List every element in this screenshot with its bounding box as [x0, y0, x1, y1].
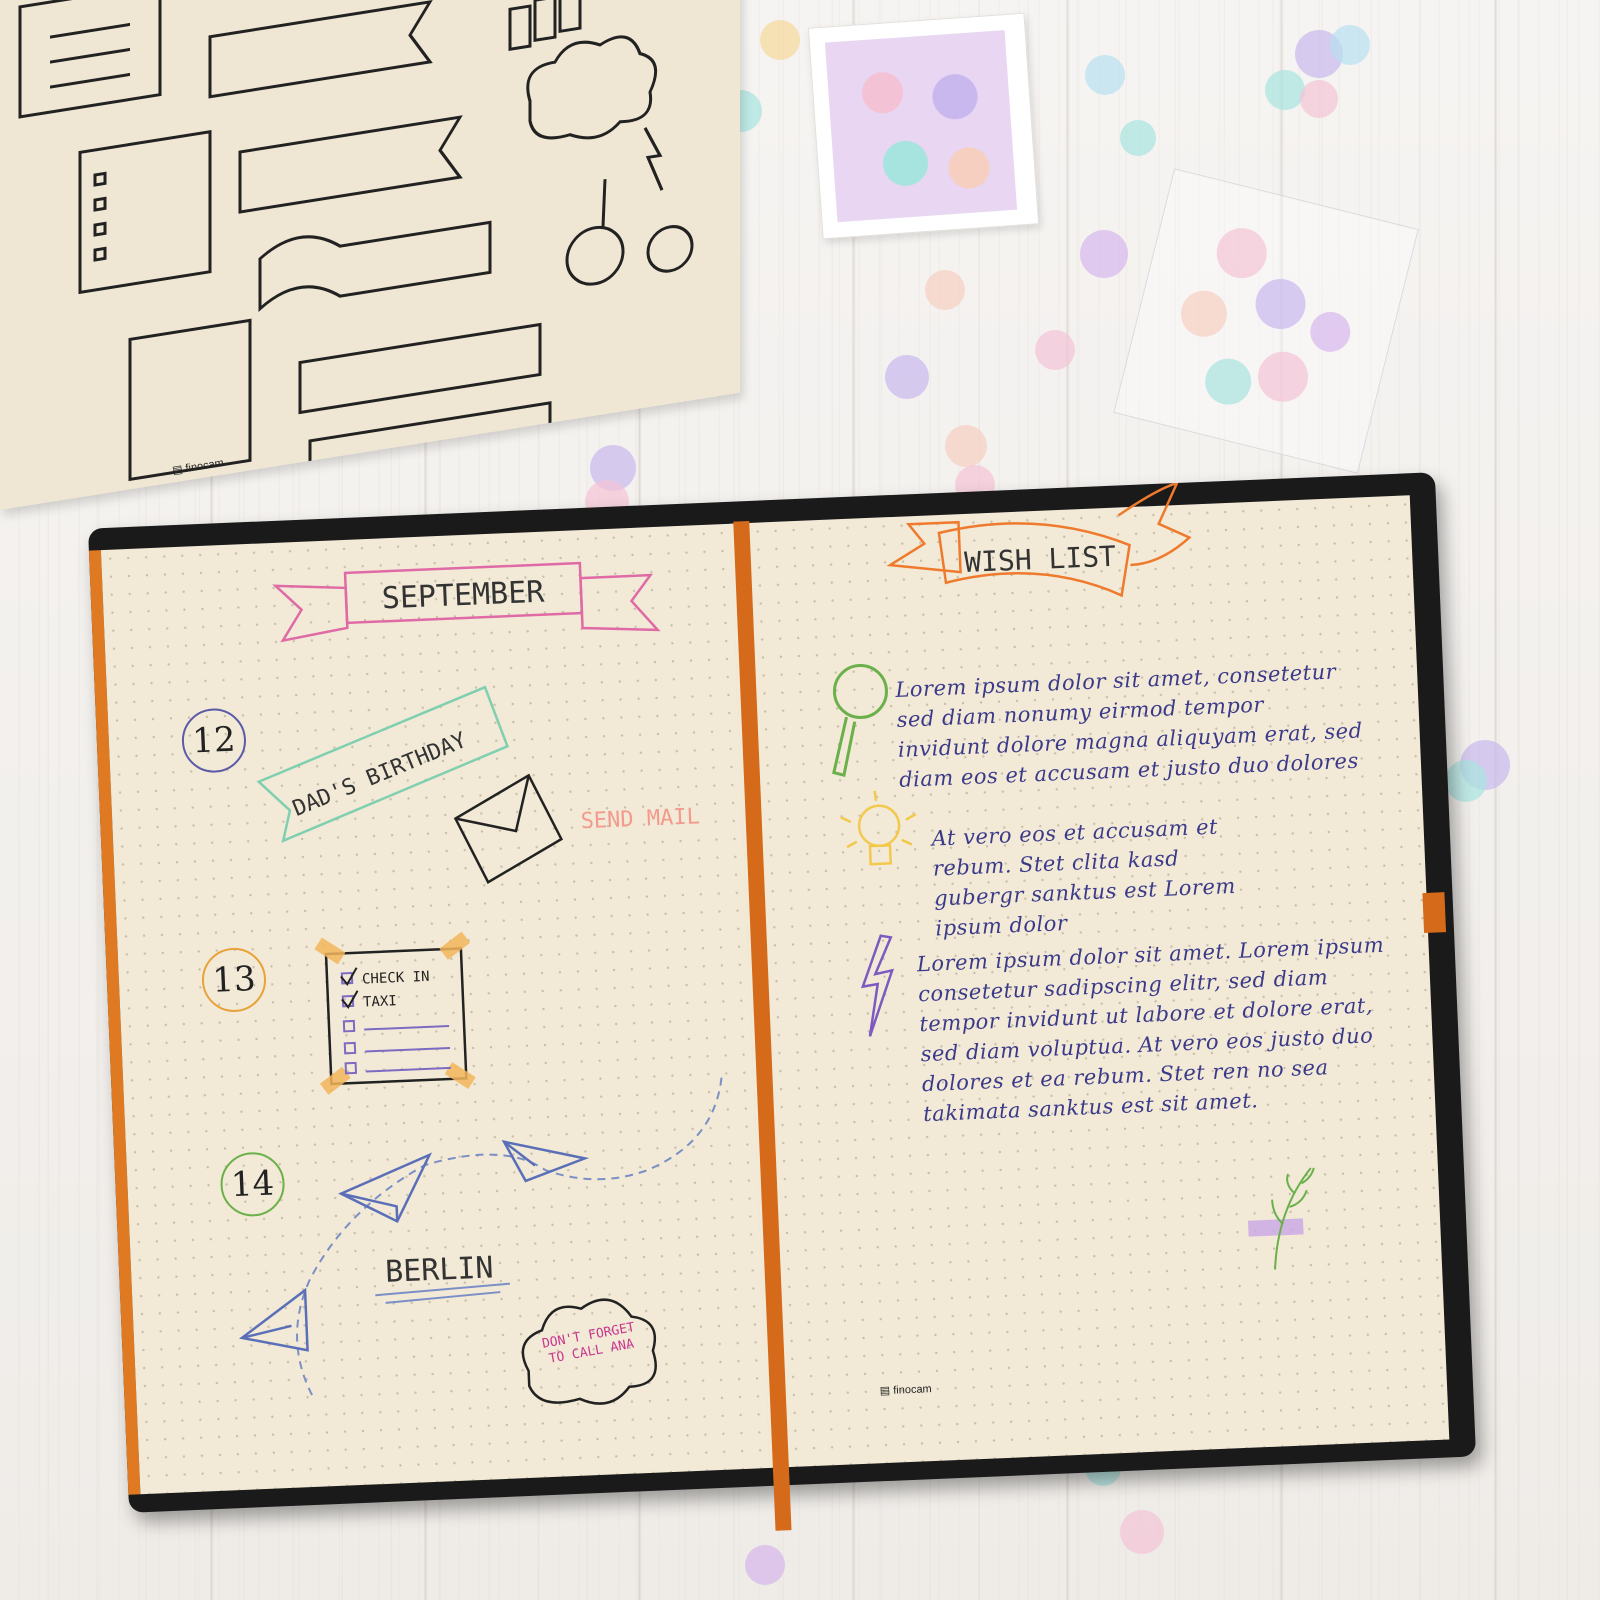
ribbon-sticker-icon — [258, 220, 492, 313]
left-page-doodles: SEPTEMBER DAD'S BIRTHDAY SEND MAIL CHECK… — [238, 561, 723, 1405]
berlin-label: BERLIN — [384, 1250, 494, 1290]
confetti-piece — [1330, 25, 1370, 65]
confetti-piece — [745, 1545, 785, 1585]
lightning-icon — [860, 934, 895, 1037]
confetti-piece — [1445, 760, 1487, 802]
paper-plane-path — [296, 1077, 723, 1401]
magnifier-sticker-icon — [565, 225, 625, 286]
confetti-piece — [885, 355, 929, 399]
notebook: SEPTEMBER DAD'S BIRTHDAY SEND MAIL CHECK… — [87, 472, 1477, 1531]
wish-list-banner-text: WISH LIST — [964, 540, 1117, 579]
confetti-piece — [1120, 1510, 1164, 1554]
calendar-sticker-icon — [128, 318, 252, 482]
confetti-piece — [945, 425, 987, 467]
confetti-box — [807, 12, 1040, 240]
magnifier-icon — [832, 663, 888, 778]
checklist-doodle — [314, 931, 476, 1095]
banner-sticker-icon — [298, 322, 542, 415]
confetti-piece — [1250, 273, 1311, 335]
confetti-piece — [1120, 120, 1156, 156]
checklist-item-2: TAXI — [363, 993, 397, 1010]
confetti-piece — [1300, 80, 1338, 118]
plant-sprig-icon — [1247, 1167, 1315, 1270]
tab-sticker-icon — [508, 4, 532, 51]
confetti-piece — [1306, 307, 1355, 357]
confetti-piece — [1176, 285, 1232, 342]
confetti-piece — [760, 20, 800, 60]
tab-sticker-icon — [558, 0, 582, 34]
paper-plane-icon — [238, 1139, 590, 1352]
banner-sticker-icon — [238, 115, 463, 214]
confetti-box-contents — [824, 30, 1018, 223]
confetti-piece — [1252, 346, 1314, 408]
confetti-piece — [925, 270, 965, 310]
banner-sticker-icon — [208, 0, 433, 99]
confetti-piece — [1211, 222, 1273, 284]
notebook-brand-logo: ▤ finocam — [879, 1383, 932, 1398]
tab-sticker-icon — [533, 0, 557, 43]
confetti-piece — [1200, 353, 1257, 410]
confetti-piece — [1035, 330, 1075, 370]
confetti-piece — [1080, 230, 1128, 278]
cloud-sticker-icon — [526, 35, 658, 140]
lightning-sticker-icon — [643, 126, 664, 191]
wish-list-paragraph-1: Lorem ipsum dolor sit amet, consetetur s… — [894, 659, 1363, 792]
confetti-piece — [1085, 55, 1125, 95]
checklist-sticker-icon — [78, 130, 212, 295]
birthday-tag-text: DAD'S BIRTHDAY — [289, 728, 470, 822]
note-sticker-icon — [18, 0, 162, 119]
wish-list-paragraph-2: At vero eos et accusam et rebum. Stet cl… — [931, 814, 1237, 941]
confetti-piece — [1265, 70, 1305, 110]
checklist-item-1: CHECK IN — [362, 969, 430, 988]
september-banner-text: SEPTEMBER — [381, 575, 546, 617]
send-mail-label: SEND MAIL — [580, 804, 700, 834]
wish-list-paragraph-3: Lorem ipsum dolor sit amet. Lorem ipsum … — [916, 932, 1385, 1127]
notebook-brand-text: finocam — [892, 1383, 932, 1397]
lightbulb-icon — [840, 790, 917, 866]
envelope-icon — [453, 773, 564, 884]
lightbulb-sticker-icon — [646, 225, 694, 273]
